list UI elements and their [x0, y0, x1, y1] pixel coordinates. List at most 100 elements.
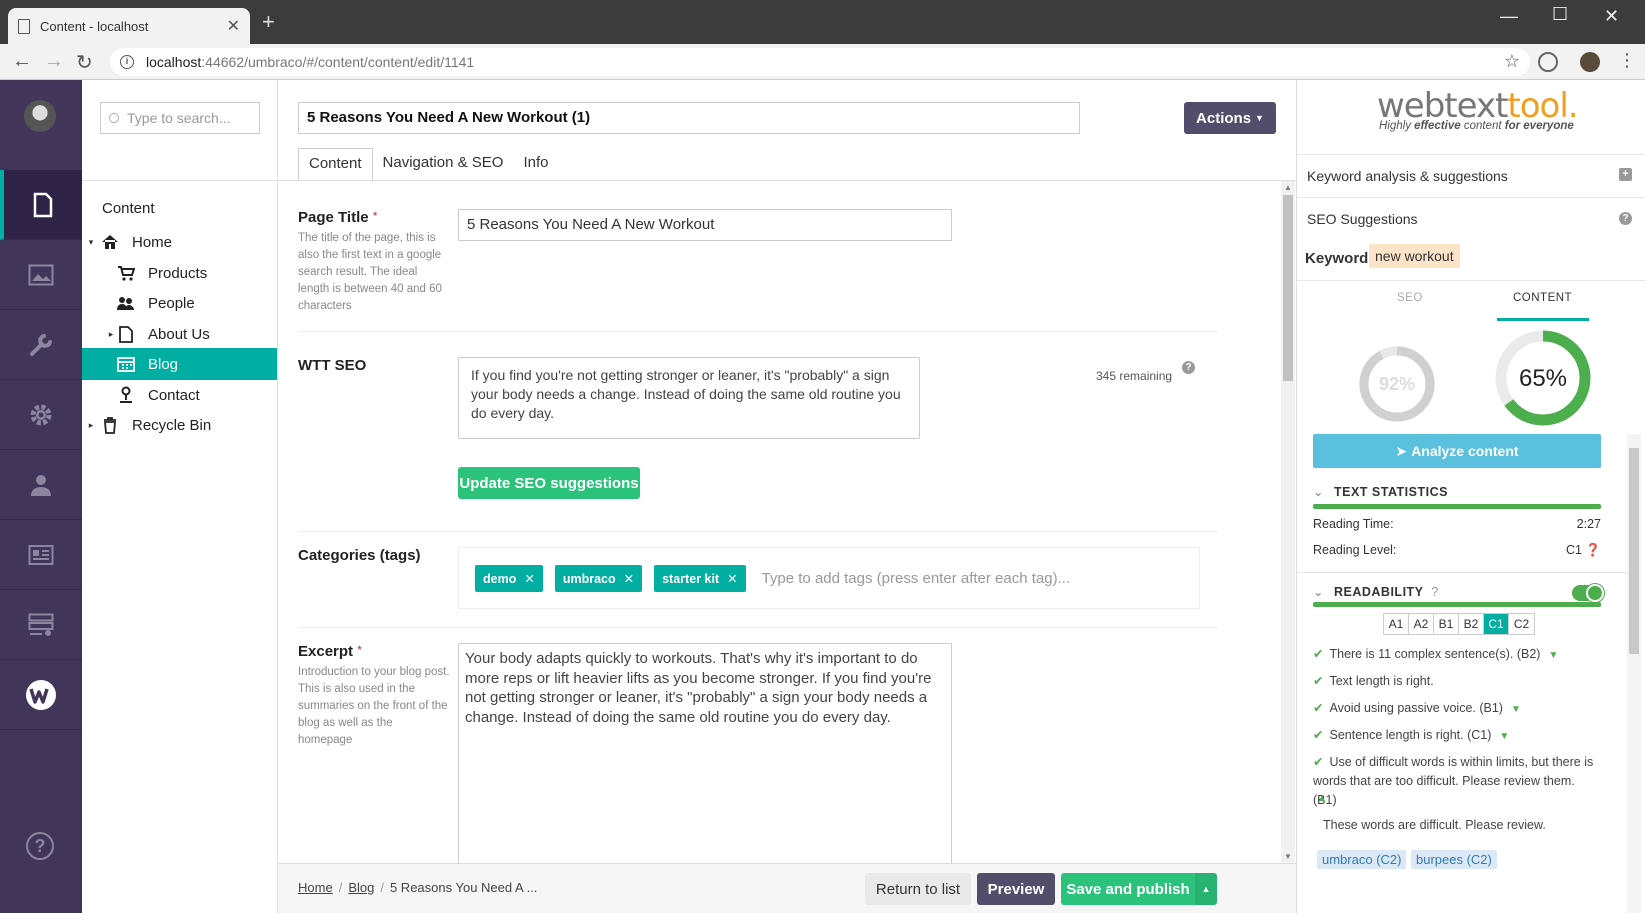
tab-info[interactable]: Info — [513, 148, 558, 180]
editor-content: Page Title * The title of the page, this… — [278, 181, 1278, 863]
help-icon[interactable]: ? — [1182, 361, 1195, 374]
menu-dots-icon[interactable]: ⋮ — [1618, 50, 1636, 71]
url-host: localhost — [146, 54, 202, 70]
tree-node-recycle-bin[interactable]: ▸ Recycle Bin — [82, 409, 277, 441]
preview-button[interactable]: Preview — [977, 873, 1055, 905]
back-icon[interactable]: ← — [12, 50, 32, 73]
tag-label: umbraco — [562, 571, 616, 586]
level-a2[interactable]: A2 — [1409, 614, 1434, 634]
excerpt-textarea[interactable]: Your body adapts quickly to workouts. Th… — [458, 643, 952, 863]
page-title-input[interactable]: 5 Reasons You Need A New Workout — [458, 209, 952, 241]
keyword-chip[interactable]: new workout — [1369, 244, 1460, 268]
user-avatar[interactable] — [24, 100, 56, 132]
readability-header[interactable]: ⌄ READABILITY ? — [1313, 584, 1439, 599]
minimize-icon[interactable]: — — [1500, 6, 1518, 27]
new-tab-icon[interactable]: + — [262, 11, 275, 33]
update-seo-suggestions-button[interactable]: Update SEO suggestions — [458, 467, 640, 499]
help-circle-icon[interactable]: ❓ — [1585, 543, 1601, 557]
close-window-icon[interactable]: ✕ — [1604, 6, 1619, 27]
question-circle-icon[interactable]: ? — [26, 832, 54, 860]
check-icon: ✔ — [1313, 728, 1324, 742]
tree-heading[interactable]: Content — [102, 200, 155, 217]
caret-down-icon[interactable]: ▾ — [86, 237, 96, 248]
collapse-caret-icon[interactable]: ▲ — [1317, 793, 1327, 804]
search-input[interactable]: Type to search... — [100, 102, 260, 134]
keyword-analysis-row[interactable]: Keyword analysis & suggestions + — [1297, 154, 1645, 196]
profile-avatar[interactable] — [1580, 52, 1600, 72]
rail-item-developer[interactable] — [0, 380, 82, 450]
level-a1[interactable]: A1 — [1384, 614, 1409, 634]
bookmark-star-icon[interactable]: ☆ — [1504, 51, 1520, 72]
remove-tag-icon[interactable]: ✕ — [727, 572, 737, 586]
level-c1[interactable]: C1 — [1484, 614, 1509, 634]
rail-item-media[interactable] — [0, 240, 82, 310]
breadcrumb-blog[interactable]: Blog — [348, 880, 374, 895]
tag-input[interactable]: Type to add tags (press enter after each… — [762, 570, 1071, 587]
level-b2[interactable]: B2 — [1459, 614, 1484, 634]
readability-toggle[interactable] — [1572, 584, 1604, 602]
node-name-input[interactable]: 5 Reasons You Need A New Workout (1) — [298, 102, 1080, 134]
tab-content[interactable]: Content — [298, 148, 373, 180]
save-and-publish-button[interactable]: Save and publish — [1061, 873, 1195, 905]
panel-scrollbar[interactable] — [1627, 434, 1641, 913]
publish-options-caret-icon[interactable]: ▲ — [1195, 873, 1217, 905]
tree-node-label: Products — [148, 264, 208, 282]
info-icon[interactable]: i — [120, 55, 134, 69]
tree-node-home[interactable]: ▾ Home — [82, 226, 277, 258]
tree-node-blog[interactable]: Blog — [82, 348, 277, 380]
chevron-down-icon: ⌄ — [1313, 585, 1324, 599]
caret-right-icon[interactable]: ▸ — [106, 329, 116, 340]
search-placeholder: Type to search... — [127, 110, 231, 126]
rail-item-users[interactable] — [0, 450, 82, 520]
remove-tag-icon[interactable]: ✕ — [624, 572, 634, 586]
tree-node-contact[interactable]: Contact — [82, 379, 277, 411]
editor-scrollbar[interactable]: ▲ ▼ — [1281, 181, 1295, 863]
expand-caret-icon[interactable]: ▼ — [1499, 731, 1509, 742]
tags-editor[interactable]: demo ✕ umbraco ✕ starter kit ✕ Type to add … — [458, 547, 1200, 609]
extension-icon[interactable] — [1538, 52, 1558, 72]
forward-icon[interactable]: → — [44, 50, 64, 73]
breadcrumb-home[interactable]: Home — [298, 880, 333, 895]
rail-item-forms[interactable] — [0, 590, 82, 660]
difficult-word-chip[interactable]: burpees (C2) — [1411, 850, 1497, 869]
tab-seo[interactable]: SEO — [1397, 292, 1423, 304]
scroll-thumb[interactable] — [1629, 448, 1639, 654]
rail-item-content[interactable] — [0, 170, 82, 240]
scroll-up-icon[interactable]: ▲ — [1284, 183, 1292, 192]
tree-node-products[interactable]: Products — [82, 257, 277, 289]
browser-tab[interactable]: Content - localhost ✕ — [8, 8, 250, 44]
scroll-down-icon[interactable]: ▼ — [1284, 852, 1292, 861]
tab-close-icon[interactable]: ✕ — [227, 16, 240, 36]
remove-tag-icon[interactable]: ✕ — [524, 572, 534, 586]
level-c2[interactable]: C2 — [1509, 614, 1534, 634]
caret-right-icon[interactable]: ▸ — [86, 420, 96, 431]
expand-caret-icon[interactable]: ▼ — [1548, 650, 1558, 661]
tree-node-people[interactable]: People — [82, 287, 277, 319]
text-statistics-header[interactable]: ⌄ TEXT STATISTICS — [1313, 484, 1448, 499]
help-icon[interactable]: ? — [1431, 585, 1438, 599]
check-item: ✔ Avoid using passive voice. (B1) ▼ — [1313, 699, 1601, 719]
seo-suggestions-row[interactable]: SEO Suggestions ? — [1297, 197, 1645, 239]
difficult-word-chip[interactable]: umbraco (C2) — [1317, 850, 1407, 869]
rail-item-settings[interactable] — [0, 310, 82, 380]
help-icon[interactable]: ? — [1619, 212, 1632, 225]
browser-titlebar: Content - localhost ✕ + — ☐ ✕ — [0, 0, 1645, 44]
analyze-content-button[interactable]: ➤ Analyze content — [1313, 434, 1601, 468]
reload-icon[interactable]: ↻ — [76, 50, 93, 75]
expand-caret-icon[interactable]: ▼ — [1511, 704, 1521, 715]
tab-content[interactable]: CONTENT — [1513, 292, 1572, 304]
actions-button[interactable]: Actions ▼ — [1184, 102, 1276, 134]
level-b1[interactable]: B1 — [1434, 614, 1459, 634]
rail-item-members[interactable] — [0, 520, 82, 590]
expand-plus-icon[interactable]: + — [1619, 168, 1632, 181]
tree-node-label: Blog — [148, 355, 179, 373]
url-field[interactable]: i localhost :44662/umbraco/#/content/con… — [110, 48, 1530, 76]
rail-item-webtexttool[interactable] — [0, 660, 82, 730]
scroll-thumb[interactable] — [1283, 195, 1293, 381]
wtt-seo-textarea[interactable]: If you find you're not getting stronger … — [458, 357, 920, 439]
return-to-list-button[interactable]: Return to list — [865, 873, 971, 905]
excerpt-property: Excerpt * Introduction to your blog post… — [298, 643, 450, 749]
maximize-icon[interactable]: ☐ — [1552, 4, 1568, 25]
tree-node-about-us[interactable]: ▸ About Us — [82, 318, 277, 350]
tab-navigation-seo[interactable]: Navigation & SEO — [373, 148, 514, 180]
